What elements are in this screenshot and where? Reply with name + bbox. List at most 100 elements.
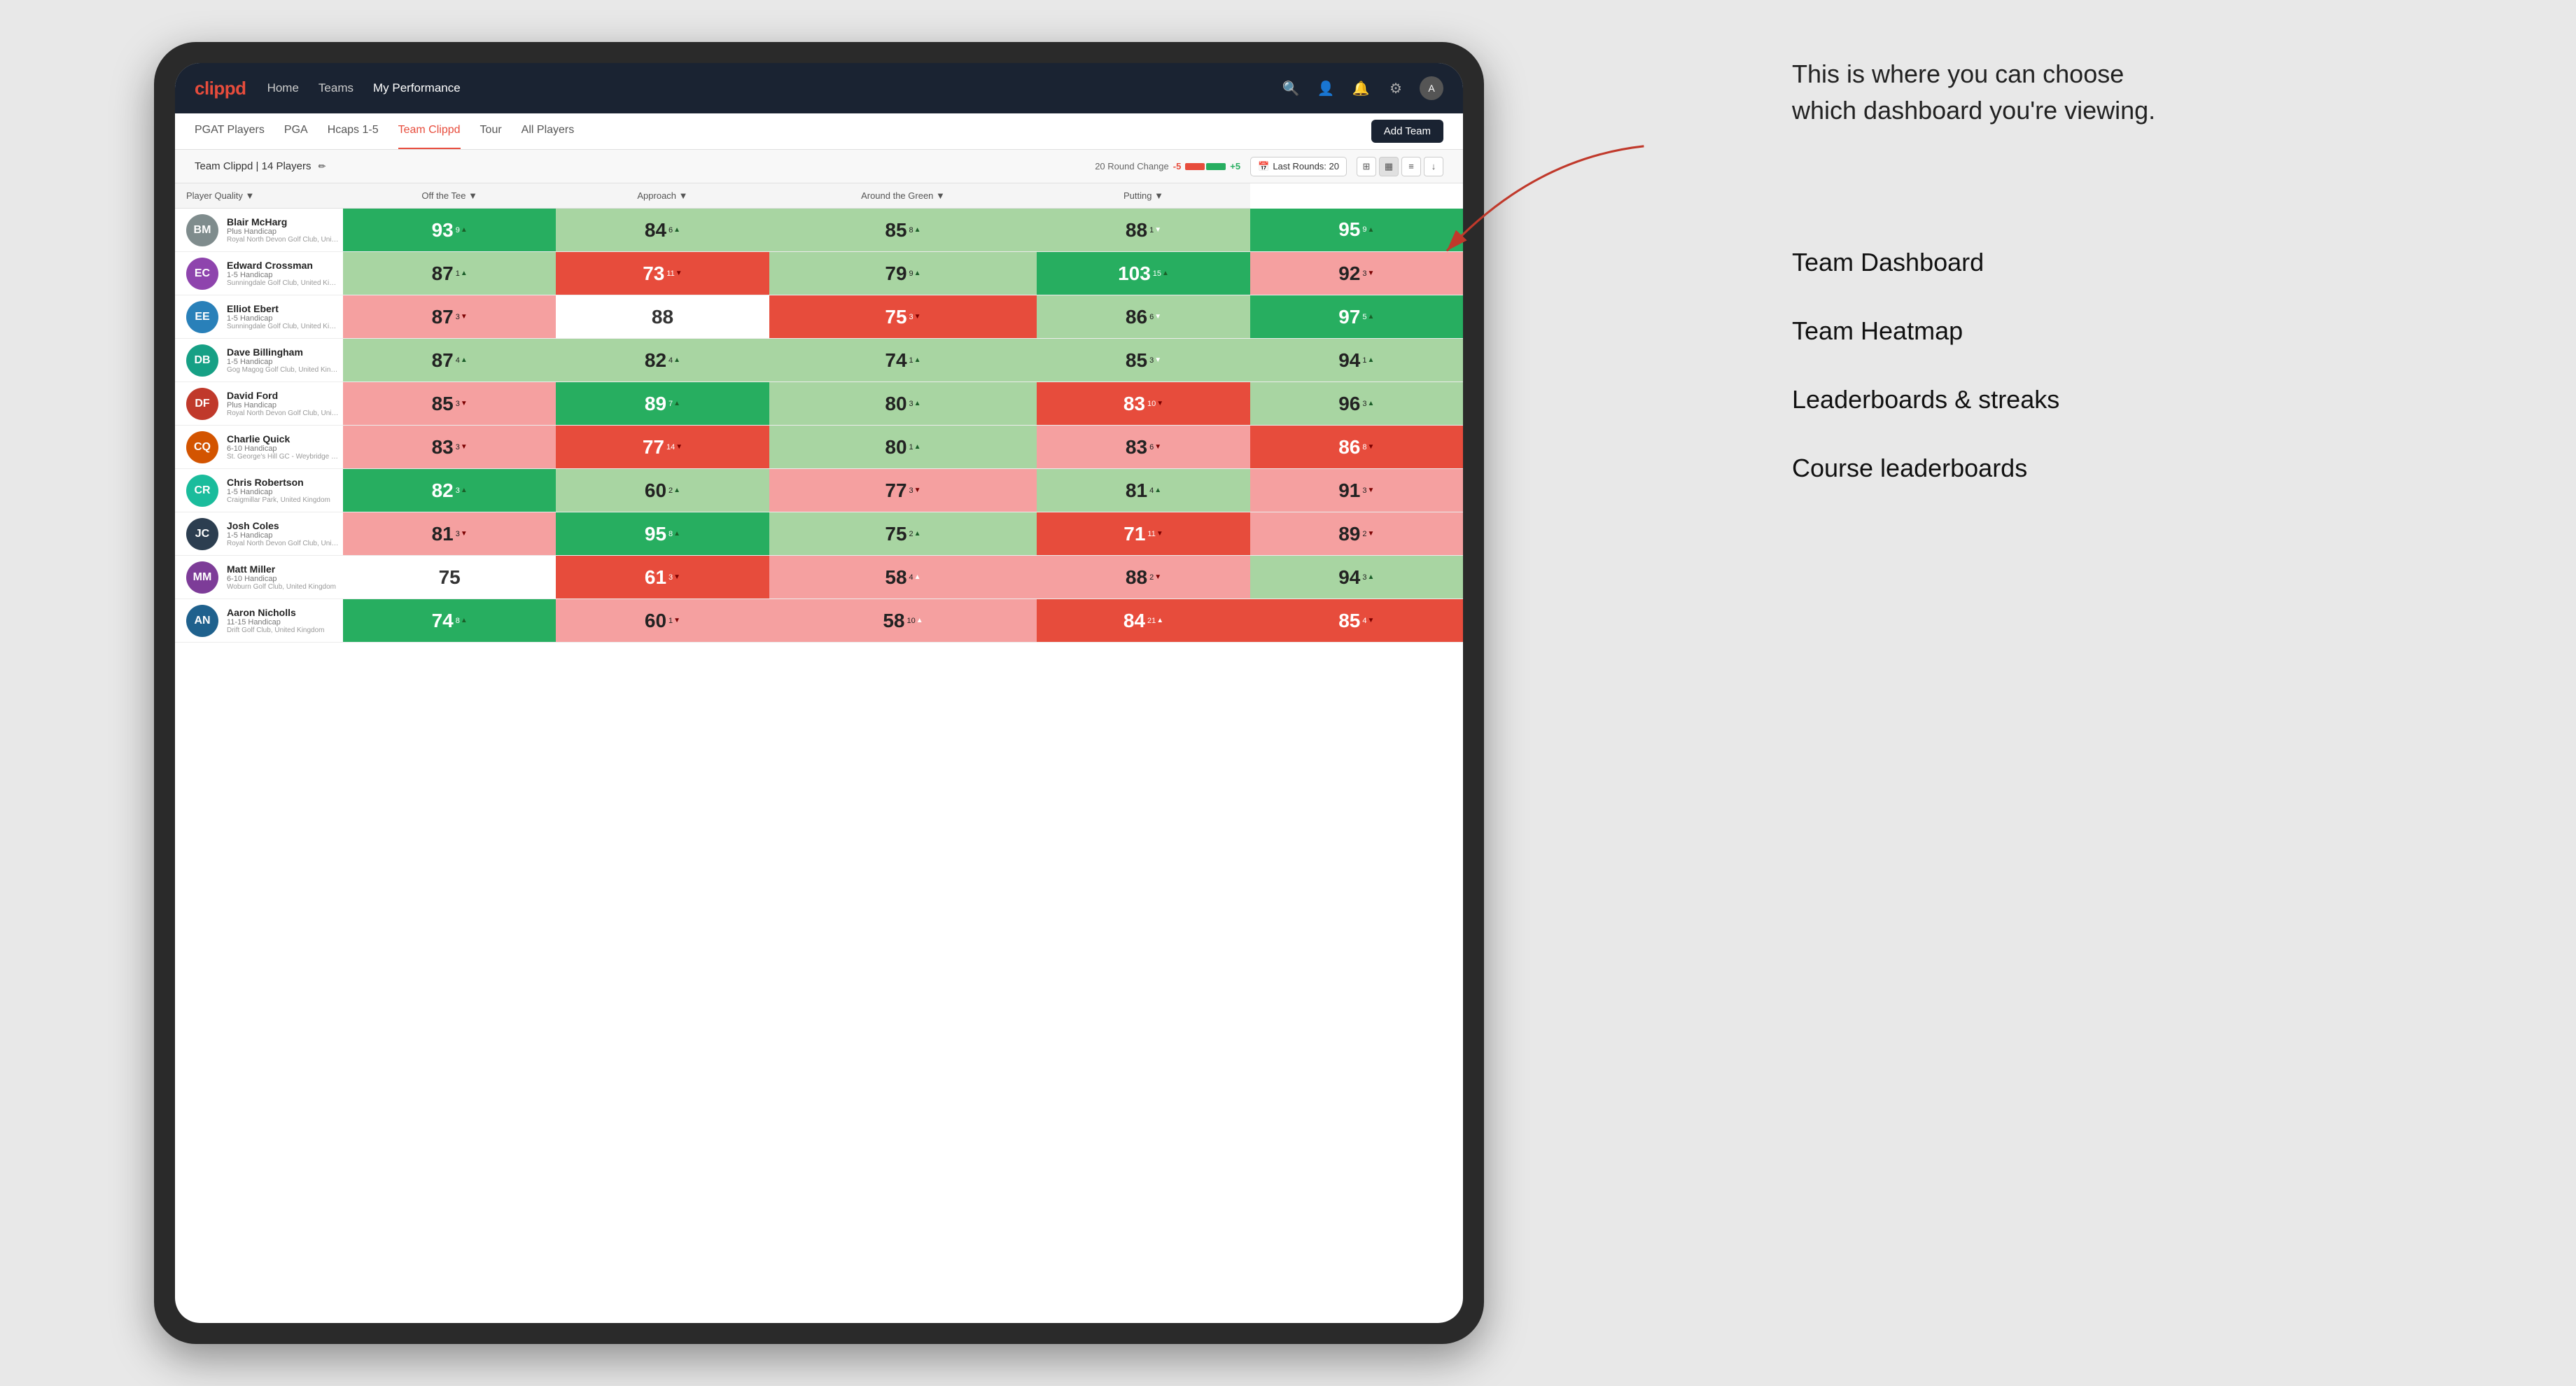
score-inner: 81 4▲ (1040, 472, 1247, 509)
player-name: Josh Coles (227, 520, 339, 531)
players-table: Player Quality ▼ Off the Tee ▼ Approach … (175, 183, 1463, 643)
player-name: Elliot Ebert (227, 303, 339, 314)
player-cell-8[interactable]: MM Matt Miller 6-10 Handicap Woburn Golf… (175, 556, 343, 599)
team-name-label: Team Clippd | 14 Players ✏ (195, 160, 326, 173)
score-change: 15▲ (1153, 270, 1169, 278)
player-hcap: 1-5 Handicap (227, 314, 339, 323)
score-inner: 85 3▼ (346, 385, 553, 422)
player-cell-3[interactable]: DB Dave Billingham 1-5 Handicap Gog Mago… (175, 339, 343, 382)
bell-icon[interactable]: 🔔 (1350, 77, 1372, 99)
tab-hcaps[interactable]: Hcaps 1-5 (328, 113, 379, 149)
table-view-button[interactable]: ▦ (1379, 157, 1399, 176)
last-rounds-button[interactable]: 📅 Last Rounds: 20 (1250, 157, 1347, 176)
player-hcap: 1-5 Handicap (227, 358, 339, 366)
player-hcap: 1-5 Handicap (227, 531, 339, 540)
player-cell-1[interactable]: EC Edward Crossman 1-5 Handicap Sunningd… (175, 252, 343, 295)
score-change: 9▲ (456, 226, 468, 234)
score-cell-5-1: 77 14▼ (556, 426, 769, 469)
nav-link-home[interactable]: Home (267, 78, 299, 98)
player-cell-5[interactable]: CQ Charlie Quick 6-10 Handicap St. Georg… (175, 426, 343, 469)
score-change: 7▲ (668, 400, 680, 408)
score-value: 58 (885, 566, 906, 589)
grid-view-button[interactable]: ⊞ (1357, 157, 1376, 176)
tab-tour[interactable]: Tour (480, 113, 502, 149)
player-avatar: MM (186, 561, 218, 594)
score-value: 94 (1338, 566, 1360, 589)
player-details: Matt Miller 6-10 Handicap Woburn Golf Cl… (227, 564, 336, 591)
score-inner: 60 2▲ (559, 472, 766, 509)
player-details: Chris Robertson 1-5 Handicap Craigmillar… (227, 477, 330, 504)
player-name: Dave Billingham (227, 346, 339, 358)
player-avatar: JC (186, 518, 218, 550)
score-value: 74 (432, 610, 454, 632)
table-row: CQ Charlie Quick 6-10 Handicap St. Georg… (175, 426, 1463, 469)
table-container: Player Quality ▼ Off the Tee ▼ Approach … (175, 183, 1463, 1323)
tab-pgat-players[interactable]: PGAT Players (195, 113, 265, 149)
score-value: 83 (432, 436, 454, 458)
callout-item-3: Leaderboards & streaks (1792, 385, 2520, 414)
score-cell-8-2: 58 4▲ (769, 556, 1037, 599)
score-cell-0-0: 93 9▲ (343, 209, 556, 252)
player-avatar: AN (186, 605, 218, 637)
player-details: Elliot Ebert 1-5 Handicap Sunningdale Go… (227, 303, 339, 330)
player-club: Gog Magog Golf Club, United Kingdom (227, 366, 339, 374)
score-change: 3▲ (909, 400, 921, 408)
tab-team-clippd[interactable]: Team Clippd (398, 113, 461, 149)
score-value: 91 (1338, 479, 1360, 502)
tab-all-players[interactable]: All Players (522, 113, 575, 149)
table-row: CR Chris Robertson 1-5 Handicap Craigmil… (175, 469, 1463, 512)
player-cell-6[interactable]: CR Chris Robertson 1-5 Handicap Craigmil… (175, 469, 343, 512)
avatar[interactable]: A (1420, 76, 1443, 100)
score-value: 83 (1126, 436, 1147, 458)
table-row: MM Matt Miller 6-10 Handicap Woburn Golf… (175, 556, 1463, 599)
score-change: 4▲ (668, 356, 680, 365)
score-inner: 86 6▼ (1040, 298, 1247, 335)
callout-list: Team Dashboard Team Heatmap Leaderboards… (1792, 248, 2520, 522)
player-details: Blair McHarg Plus Handicap Royal North D… (227, 216, 339, 244)
nav-link-teams[interactable]: Teams (318, 78, 354, 98)
player-cell-2[interactable]: EE Elliot Ebert 1-5 Handicap Sunningdale… (175, 295, 343, 339)
player-cell-9[interactable]: AN Aaron Nicholls 11-15 Handicap Drift G… (175, 599, 343, 643)
score-change: 4▲ (456, 356, 468, 365)
score-inner: 88 1▼ (1040, 211, 1247, 248)
score-value: 79 (885, 262, 906, 285)
nav-icons: 🔍 👤 🔔 ⚙ A (1280, 76, 1443, 100)
score-change: 3▼ (1149, 356, 1161, 365)
player-cell-0[interactable]: BM Blair McHarg Plus Handicap Royal Nort… (175, 209, 343, 252)
edit-team-icon[interactable]: ✏ (318, 161, 326, 172)
score-value: 77 (885, 479, 906, 502)
score-change: 3▼ (1362, 486, 1374, 495)
score-cell-8-4: 94 3▲ (1250, 556, 1463, 599)
score-inner: 94 1▲ (1253, 342, 1460, 379)
score-change: 8▲ (456, 617, 468, 625)
user-icon[interactable]: 👤 (1315, 77, 1337, 99)
player-cell-7[interactable]: JC Josh Coles 1-5 Handicap Royal North D… (175, 512, 343, 556)
settings-icon[interactable]: ⚙ (1385, 77, 1407, 99)
score-inner: 75 3▼ (772, 298, 1035, 335)
score-inner: 81 3▼ (346, 515, 553, 552)
search-icon[interactable]: 🔍 (1280, 77, 1302, 99)
callout-text: This is where you can choose which dashb… (1792, 56, 2156, 129)
score-cell-4-2: 80 3▲ (769, 382, 1037, 426)
score-change: 1▲ (1362, 356, 1374, 365)
score-change: 2▲ (909, 530, 921, 538)
score-cell-2-3: 86 6▼ (1037, 295, 1250, 339)
right-panel: This is where you can choose which dashb… (1568, 0, 2576, 1386)
col-around-green: Around the Green ▼ (769, 183, 1037, 209)
nav-link-myperformance[interactable]: My Performance (373, 78, 461, 98)
nav-logo: clippd (195, 78, 246, 99)
col-player-quality: Player Quality ▼ (175, 183, 343, 209)
table-row: DF David Ford Plus Handicap Royal North … (175, 382, 1463, 426)
score-cell-2-4: 97 5▲ (1250, 295, 1463, 339)
score-value: 81 (432, 523, 454, 545)
score-cell-2-2: 75 3▼ (769, 295, 1037, 339)
score-cell-3-2: 74 1▲ (769, 339, 1037, 382)
score-cell-0-3: 88 1▼ (1037, 209, 1250, 252)
tab-pga[interactable]: PGA (284, 113, 308, 149)
player-details: David Ford Plus Handicap Royal North Dev… (227, 390, 339, 417)
player-cell-4[interactable]: DF David Ford Plus Handicap Royal North … (175, 382, 343, 426)
score-inner: 75 2▲ (772, 515, 1035, 552)
score-inner: 83 10▼ (1040, 385, 1247, 422)
score-value: 74 (885, 349, 906, 372)
score-inner: 58 10▲ (772, 602, 1035, 639)
